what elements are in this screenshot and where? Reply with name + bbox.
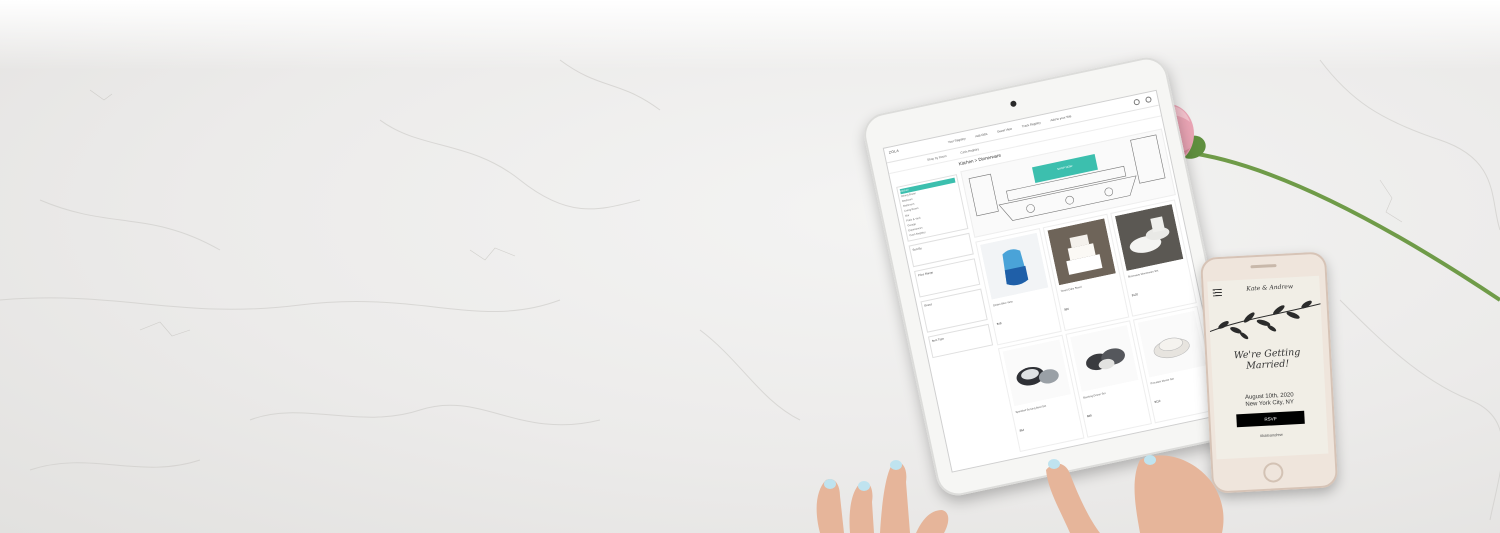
phone-screen: Kate & Andrew We're Getting Married! Aug… <box>1207 275 1329 460</box>
header-icons <box>1133 96 1153 106</box>
product-price: $64 <box>1019 427 1025 433</box>
tablet-camera <box>1009 100 1017 108</box>
wedding-hashtag: #kateandrew <box>1259 431 1283 439</box>
product-grid: Ombre Blue Vase $48 Tiered Cake Stand $9… <box>975 199 1220 453</box>
nav-your-registry[interactable]: Your Registry <box>948 137 966 145</box>
nav-track-registry[interactable]: Track Registry <box>1021 121 1041 129</box>
dinnerware-image <box>1114 204 1184 271</box>
phone-speaker <box>1250 264 1277 269</box>
porcelain-set-image <box>1137 310 1207 378</box>
vase-image <box>979 232 1049 300</box>
product-price: $120 <box>1131 292 1139 298</box>
nav-add-to-site[interactable]: Add to your Site <box>1050 114 1072 122</box>
product-price: $95 <box>1063 306 1070 312</box>
home-button[interactable] <box>1262 461 1284 483</box>
stacking-set-image <box>1070 325 1139 392</box>
nav-guest-view[interactable]: Guest View <box>997 127 1013 134</box>
nav-add-gifts[interactable]: Add Gifts <box>975 132 988 138</box>
site-logo[interactable]: ZOLA <box>888 149 899 155</box>
search-icon[interactable] <box>1133 98 1141 106</box>
couple-names: Kate & Andrew <box>1246 283 1294 293</box>
bowl-set-image <box>1002 339 1072 407</box>
menu-icon[interactable] <box>1212 288 1223 297</box>
leaf-illustration <box>1209 300 1321 340</box>
room-list: Kitchen Dining Room Bedroom Bathroom Liv… <box>896 174 969 242</box>
product-price: $88 <box>1086 413 1092 419</box>
cake-image <box>1047 218 1116 286</box>
account-icon[interactable] <box>1144 96 1153 104</box>
tab-cash-registry[interactable]: Cash Registry <box>960 147 979 155</box>
left-hand <box>816 460 949 533</box>
rsvp-button[interactable]: RSVP <box>1236 410 1305 428</box>
right-hand <box>1046 455 1224 533</box>
tablet-screen: ZOLA Your Registry Add Gifts Guest View … <box>882 89 1226 473</box>
product-price: $110 <box>1154 398 1161 404</box>
product-price: $48 <box>996 321 1002 327</box>
tab-shop-by-room[interactable]: Shop by Room <box>927 154 947 162</box>
invitation-headline: We're Getting Married! <box>1233 346 1301 372</box>
